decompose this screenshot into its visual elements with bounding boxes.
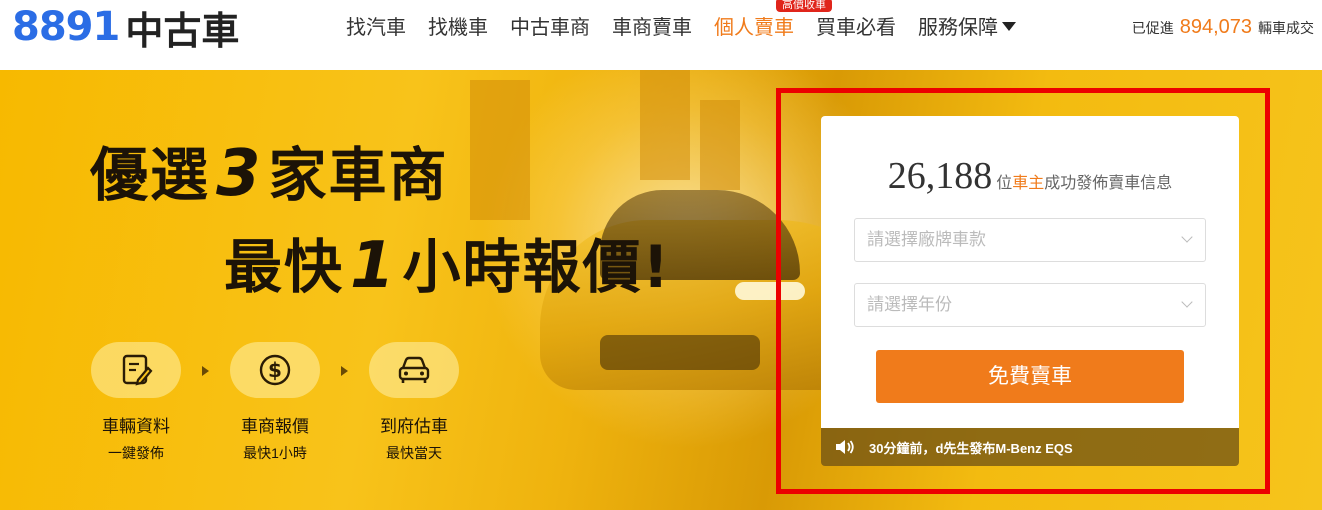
deals-count: 894,073	[1179, 16, 1252, 38]
hero-headline-line1: 優選3 家車商	[90, 128, 449, 212]
headline2-part-b: 小時報價!	[402, 233, 671, 301]
chevron-down-icon	[1181, 231, 1193, 243]
nav-dealer-sell[interactable]: 車商賣車	[612, 14, 692, 42]
step-subtitle: 最快當天	[386, 445, 442, 461]
chevron-down-icon	[1181, 296, 1193, 308]
headline1-part-a: 優選	[90, 141, 211, 209]
process-steps: 車輛資料 一鍵發佈 $ 車商報價 最快1小時 到府估車 最快當天	[90, 342, 460, 463]
brand-model-select[interactable]: 請選擇廠牌車款	[854, 218, 1206, 262]
owners-stat: 26,188 位車主成功發佈賣車信息	[821, 154, 1239, 198]
nav-find-car[interactable]: 找汽車	[346, 14, 406, 42]
logo-text: 中古車	[125, 8, 240, 53]
stat-owner: 車主	[1012, 175, 1045, 192]
nav-personal-sell-label: 個人賣車	[714, 17, 794, 39]
car-front-icon	[398, 356, 430, 383]
nav-service-guarantee[interactable]: 服務保障	[918, 14, 1016, 42]
deals-suffix: 輛車成交	[1258, 20, 1314, 36]
nav-buying-guide[interactable]: 買車必看	[816, 14, 896, 42]
step-title: 車輛資料	[102, 417, 170, 436]
speaker-icon	[836, 440, 854, 454]
background-building	[700, 100, 740, 190]
dollar-coin-icon: $	[259, 354, 291, 386]
step-icon-circle	[91, 342, 181, 398]
step-subtitle: 最快1小時	[243, 445, 307, 461]
free-sell-button[interactable]: 免費賣車	[876, 350, 1184, 403]
year-select[interactable]: 請選擇年份	[854, 283, 1206, 327]
site-logo[interactable]: 8891 中古車	[12, 4, 239, 53]
nav-service-guarantee-label: 服務保障	[918, 17, 998, 39]
step-arrow-icon	[341, 366, 348, 376]
brand-model-placeholder: 請選擇廠牌車款	[867, 230, 986, 249]
step-subtitle: 一鍵發佈	[108, 445, 164, 461]
headline2-number: 1	[350, 229, 397, 303]
stat-suffix: 成功發佈賣車信息	[1044, 175, 1173, 192]
high-price-badge: 高價收車	[776, 0, 832, 12]
recent-activity-ticker: 30分鐘前，d先生發布M-Benz EQS	[821, 428, 1239, 466]
caret-down-icon	[1002, 22, 1016, 32]
nav-used-dealers[interactable]: 中古車商	[510, 14, 590, 42]
logo-number: 8891	[12, 4, 120, 50]
ticker-text[interactable]: 30分鐘前，d先生發布M-Benz EQS	[869, 438, 1073, 457]
nav-personal-sell[interactable]: 個人賣車 高價收車	[714, 0, 832, 42]
step-home-appraisal: 到府估車 最快當天	[368, 342, 460, 463]
year-placeholder: 請選擇年份	[867, 295, 952, 314]
step-title: 車商報價	[241, 417, 309, 436]
step-icon-circle	[369, 342, 459, 398]
background-building	[640, 70, 690, 180]
step-icon-circle: $	[230, 342, 320, 398]
headline2-part-a: 最快	[224, 233, 345, 301]
step-title: 到府估車	[380, 417, 448, 436]
nav-find-motorcycle[interactable]: 找機車	[428, 14, 488, 42]
stat-prefix: 位	[996, 175, 1013, 192]
site-header: 8891 中古車 找汽車 找機車 中古車商 車商賣車 個人賣車 高價收車 買車必…	[0, 0, 1322, 70]
step-dealer-quote: $ 車商報價 最快1小時	[229, 342, 321, 463]
hero-headline-line2: 最快1 小時報價!	[224, 220, 671, 304]
svg-text:$: $	[268, 358, 282, 382]
deals-prefix: 已促進	[1131, 20, 1174, 36]
headline1-number: 3	[216, 137, 263, 211]
headline1-part-b: 家車商	[268, 141, 449, 209]
background-building	[470, 80, 530, 220]
edit-document-icon	[122, 354, 153, 386]
deals-counter: 已促進 894,073 輛車成交	[1132, 16, 1314, 39]
step-vehicle-info: 車輛資料 一鍵發佈	[90, 342, 182, 463]
car-grille	[600, 335, 760, 370]
sell-car-card: 26,188 位車主成功發佈賣車信息 請選擇廠牌車款 請選擇年份 免費賣車	[821, 116, 1239, 428]
step-arrow-icon	[202, 366, 209, 376]
main-nav: 找汽車 找機車 中古車商 車商賣車 個人賣車 高價收車 買車必看 服務保障	[346, 0, 1038, 42]
owners-count: 26,188	[887, 155, 993, 197]
